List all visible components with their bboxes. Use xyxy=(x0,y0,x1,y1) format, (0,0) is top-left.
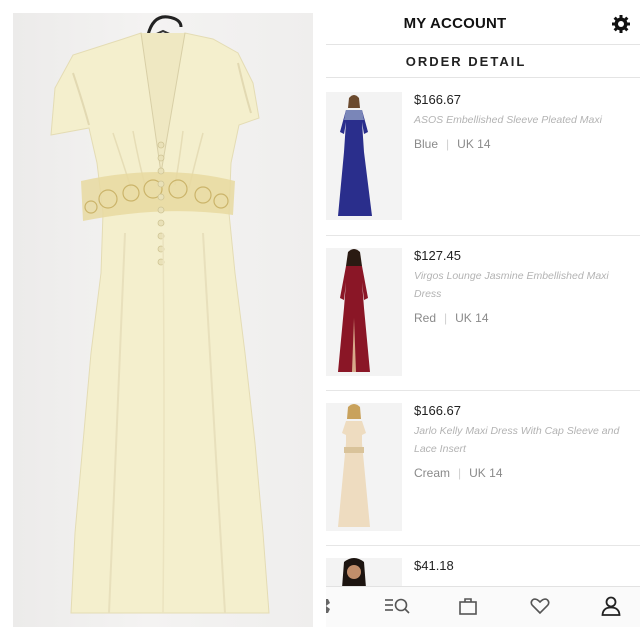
section-divider xyxy=(326,77,640,78)
bag-icon[interactable] xyxy=(457,595,481,617)
item-name[interactable]: Jarlo Kelly Maxi Dress With Cap Sleeve a… xyxy=(414,422,629,458)
tab-bar xyxy=(326,586,640,627)
item-price: $166.67 xyxy=(414,403,461,418)
section-title: ORDER DETAIL xyxy=(405,54,527,69)
item-options: Cream | UK 14 xyxy=(414,466,503,480)
separator: | xyxy=(444,311,448,325)
item-color: Red xyxy=(414,311,437,325)
item-divider xyxy=(326,235,640,236)
item-name[interactable]: ASOS Embellished Sleeve Pleated Maxi xyxy=(414,111,629,129)
item-price: $41.18 xyxy=(414,558,454,573)
home-icon[interactable] xyxy=(326,595,344,617)
product-thumbnail[interactable] xyxy=(326,248,402,376)
account-icon[interactable] xyxy=(600,595,624,617)
product-thumbnail[interactable] xyxy=(326,92,402,220)
item-color: Cream xyxy=(414,466,451,480)
item-price: $127.45 xyxy=(414,248,461,263)
item-size: UK 14 xyxy=(455,311,489,325)
product-thumbnail[interactable] xyxy=(326,403,402,531)
order-item[interactable]: $166.67 ASOS Embellished Sleeve Pleated … xyxy=(326,92,640,222)
item-size: UK 14 xyxy=(469,466,503,480)
item-divider xyxy=(326,545,640,546)
gear-icon[interactable] xyxy=(611,14,631,34)
header-divider xyxy=(326,44,640,45)
separator: | xyxy=(458,466,462,480)
search-icon[interactable] xyxy=(384,595,410,617)
order-item[interactable]: $41.18 xyxy=(326,558,640,588)
product-thumbnail[interactable] xyxy=(326,558,402,588)
item-options: Red | UK 14 xyxy=(414,311,489,325)
item-options: Blue | UK 14 xyxy=(414,137,491,151)
order-item[interactable]: $127.45 Virgos Lounge Jasmine Embellishe… xyxy=(326,248,640,378)
item-color: Blue xyxy=(414,137,439,151)
app-screen: MY ACCOUNT ORDER DETAIL $166.67 ASOS Emb… xyxy=(326,0,640,640)
item-price: $166.67 xyxy=(414,92,461,107)
separator: | xyxy=(446,137,450,151)
cream-dress-illustration xyxy=(50,15,270,614)
heart-icon[interactable] xyxy=(529,595,553,617)
order-item[interactable]: $166.67 Jarlo Kelly Maxi Dress With Cap … xyxy=(326,403,640,533)
page-title: MY ACCOUNT xyxy=(403,15,507,32)
item-divider xyxy=(326,390,640,391)
item-name[interactable]: Virgos Lounge Jasmine Embellished Maxi D… xyxy=(414,267,629,303)
dress-photo xyxy=(13,13,313,627)
item-size: UK 14 xyxy=(457,137,491,151)
